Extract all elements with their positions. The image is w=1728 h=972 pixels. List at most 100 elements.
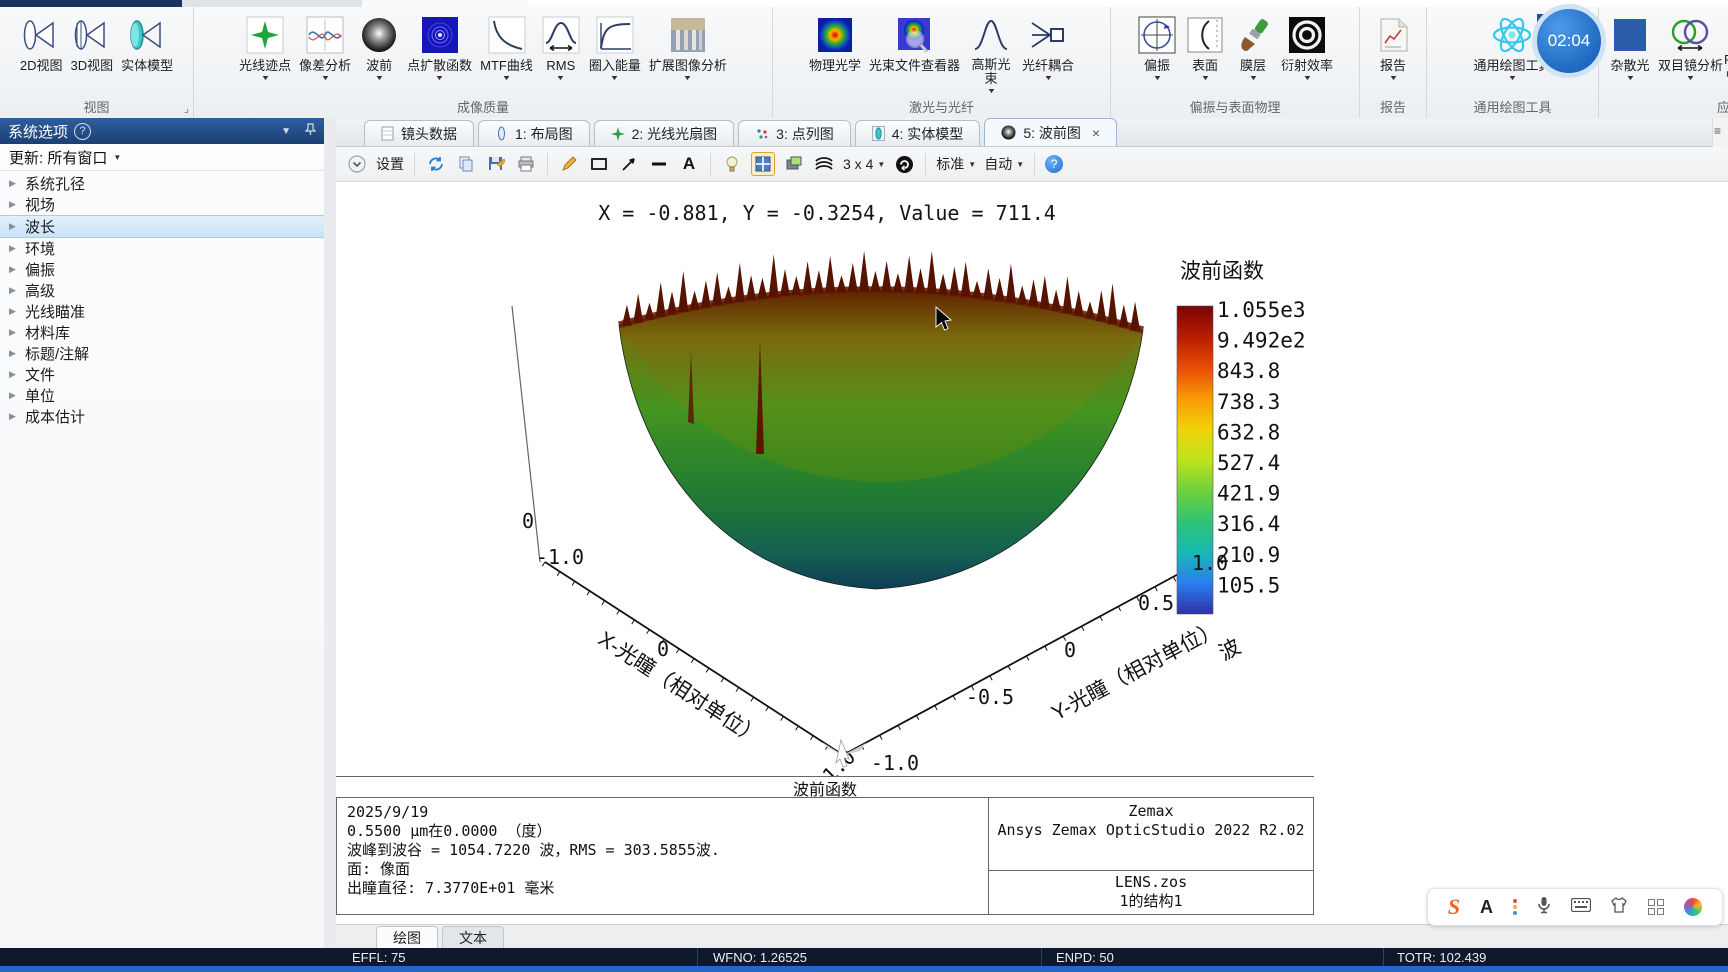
toolbox-grid-icon[interactable] [1648, 899, 1665, 915]
sidebar-item-material-catalogs[interactable]: ▶ 材料库 [0, 322, 324, 343]
surface-button[interactable]: 表面 ▼ [1182, 10, 1228, 85]
sidebar-item-system-aperture[interactable]: ▶ 系统孔径 [0, 173, 324, 194]
pin-icon[interactable] [304, 123, 317, 139]
sogou-logo-icon[interactable]: S [1448, 894, 1460, 920]
update-dropdown[interactable]: 更新: 所有窗口 ▼ [0, 144, 324, 171]
refresh-icon[interactable] [425, 153, 447, 175]
ime-language-icon[interactable]: A [1480, 897, 1493, 918]
copy-icon[interactable] [455, 153, 477, 175]
physical-optics-button[interactable]: 物理光学 [806, 10, 864, 75]
standard-dropdown[interactable]: 标准 ▼ [936, 154, 976, 174]
x-tick: -1.0 [536, 545, 584, 569]
tab-text[interactable]: 文本 [442, 926, 504, 948]
expand-arrow-icon[interactable]: ▶ [9, 199, 17, 210]
3d-view-button[interactable]: 3D视图 [67, 10, 116, 75]
beam-file-viewer-button[interactable]: 光束文件查看器 [866, 10, 963, 75]
arrow-annotate-icon[interactable] [618, 153, 640, 175]
line-annotate-icon[interactable] [648, 153, 670, 175]
gaussian-beam-button[interactable]: 高斯光束 ▼ [965, 10, 1017, 98]
wavefront-button[interactable]: 波前 ▼ [356, 10, 402, 85]
tab-ray-fan[interactable]: 2: 光线光扇图 [593, 120, 735, 146]
aberration-analysis-button[interactable]: 像差分析 ▼ [296, 10, 354, 85]
diffraction-efficiency-button[interactable]: 衍射效率 ▼ [1278, 10, 1336, 85]
tab-spot-diagram[interactable]: 3: 点列图 [738, 120, 851, 146]
expand-arrow-icon[interactable]: ▶ [9, 178, 17, 189]
tab-shaded-model[interactable]: 4: 实体模型 [854, 120, 981, 146]
polarization-button[interactable]: 偏振 ▼ [1134, 10, 1180, 85]
sidebar-item-fields[interactable]: ▶ 视场 [0, 194, 324, 215]
expand-arrow-icon[interactable]: ▶ [9, 221, 17, 232]
pencil-annotate-icon[interactable] [558, 153, 580, 175]
mtf-button[interactable]: MTF曲线 ▼ [477, 10, 536, 85]
expand-arrow-icon[interactable]: ▶ [9, 411, 17, 422]
fiber-coupling-button[interactable]: 光纤耦合 ▼ [1019, 10, 1077, 85]
expand-arrow-icon[interactable]: ▶ [9, 306, 17, 317]
rectangle-annotate-icon[interactable] [588, 153, 610, 175]
2d-view-button[interactable]: 2D视图 [17, 10, 66, 75]
text-annotate-icon[interactable]: A [678, 153, 700, 175]
lamp-icon[interactable] [721, 153, 743, 175]
settings-button[interactable]: 设置 [376, 154, 404, 174]
dialog-launcher-icon[interactable]: ⌟ [184, 102, 189, 115]
keyboard-icon[interactable] [1570, 897, 1591, 917]
plot-toolbar: 设置 A 3 x 4 ▼ 标准 ▼ 自动 ▼ ? [336, 147, 1728, 182]
sidebar-item-polarization[interactable]: ▶ 偏振 [0, 259, 324, 280]
sidebar-item-ray-aiming[interactable]: ▶ 光线瞄准 [0, 301, 324, 322]
close-tab-icon[interactable]: × [1092, 125, 1100, 141]
rotate-icon[interactable] [893, 153, 915, 175]
expand-arrow-icon[interactable]: ▶ [9, 285, 17, 296]
sidebar-item-title-notes[interactable]: ▶ 标题/注解 [0, 343, 324, 364]
collapse-panel-icon[interactable]: ▼ [281, 126, 291, 137]
help-icon[interactable]: ? [1045, 155, 1064, 173]
psf-button[interactable]: 点扩散函数 ▼ [404, 10, 475, 85]
ribbon-group-applications: 杂散光 ▼ 双目镜分析 ▼ 应 F ▶ [1599, 7, 1728, 118]
expand-arrow-icon[interactable]: ▶ [9, 264, 17, 275]
help-icon[interactable]: ? [74, 122, 92, 140]
green-cross-icon [610, 126, 625, 141]
window-list-icon[interactable]: ≡ [1714, 124, 1721, 138]
coatings-button[interactable]: 膜层 ▼ [1230, 10, 1276, 85]
surface-curves-icon[interactable] [813, 153, 835, 175]
extended-image-button[interactable]: 扩展图像分析 ▼ [646, 10, 730, 85]
expand-arrow-icon[interactable]: ▶ [9, 348, 17, 359]
status-enpd: ENPD: 50 [1056, 950, 1114, 965]
expand-arrow-icon[interactable]: ▶ [9, 390, 17, 401]
sidebar-item-wavelengths[interactable]: ▶ 波长 [0, 215, 324, 238]
report-document-icon [1373, 12, 1413, 58]
tab-wavefront-map[interactable]: 5: 波前图 × [984, 118, 1118, 146]
svg-text:105.5: 105.5 [1217, 573, 1280, 597]
expand-arrow-icon[interactable]: ▶ [9, 243, 17, 254]
tab-lens-data[interactable]: 镜头数据 [364, 120, 474, 146]
skin-icon[interactable] [1610, 896, 1628, 918]
microphone-icon[interactable] [1537, 896, 1551, 919]
sidebar-item-files[interactable]: ▶ 文件 [0, 364, 324, 385]
settings-chevron-icon[interactable] [346, 153, 368, 175]
sidebar-item-units[interactable]: ▶ 单位 [0, 385, 324, 406]
tab-graph[interactable]: 绘图 [376, 926, 438, 948]
wavefront-3d-plot[interactable]: X = -0.881, Y = -0.3254, Value = 711.4 0… [336, 182, 1314, 776]
ime-dots-icon[interactable] [1512, 899, 1517, 915]
sidebar-item-environment[interactable]: ▶ 环境 [0, 238, 324, 259]
auto-dropdown[interactable]: 自动 ▼ [984, 154, 1024, 174]
solid-model-icon [126, 12, 168, 58]
sidebar-item-advanced[interactable]: ▶ 高级 [0, 280, 324, 301]
reports-button[interactable]: 报告 ▼ [1370, 10, 1416, 85]
ray-aiming-button[interactable]: 光线迹点 ▼ [236, 10, 294, 85]
sidebar-item-cost-estimator[interactable]: ▶ 成本估计 [0, 406, 324, 427]
expand-arrow-icon[interactable]: ▶ [9, 369, 17, 380]
screen-recorder-clock-overlay: 02:04 [1532, 4, 1606, 78]
ime-wheel-icon[interactable] [1684, 898, 1703, 916]
grid-size-dropdown[interactable]: 3 x 4 ▼ [843, 156, 885, 172]
save-icon[interactable] [485, 153, 507, 175]
quad-view-icon[interactable] [751, 152, 775, 176]
binocular-analysis-button[interactable]: 双目镜分析 ▼ [1655, 10, 1726, 85]
solid-model-button[interactable]: 实体模型 [118, 10, 176, 75]
overlay-window-icon[interactable] [783, 153, 805, 175]
tab-layout[interactable]: 1: 布局图 [478, 120, 590, 146]
encircled-energy-button[interactable]: 圈入能量 ▼ [586, 10, 644, 85]
rms-button[interactable]: RMS ▼ [538, 10, 584, 85]
stray-light-button[interactable]: 杂散光 ▼ [1607, 10, 1653, 85]
binocular-circles-icon [1668, 12, 1712, 58]
expand-arrow-icon[interactable]: ▶ [9, 327, 17, 338]
print-icon[interactable] [515, 153, 537, 175]
